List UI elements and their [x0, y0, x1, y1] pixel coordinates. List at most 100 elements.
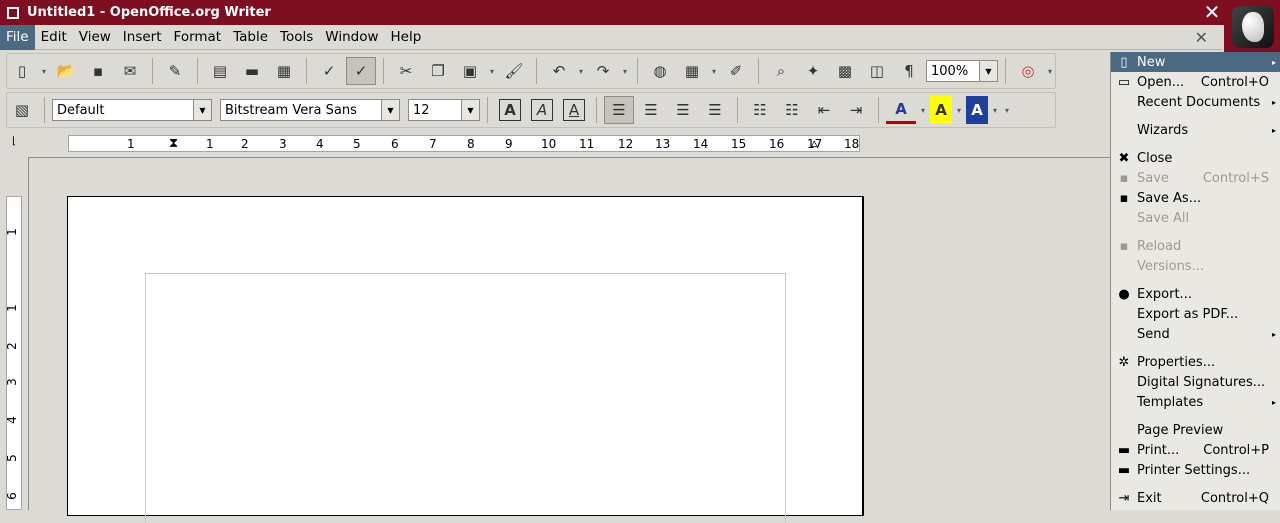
file-menu-item-save-as[interactable]: ▪ Save As... — [1111, 188, 1280, 208]
zoom-value: 100% — [931, 63, 969, 79]
font-size-combo[interactable]: 12 ▼ — [408, 99, 480, 121]
chevron-down-icon[interactable]: ▼ — [979, 61, 997, 81]
file-menu-item-wizards[interactable]: Wizards ▸ — [1111, 120, 1280, 140]
navigator-icon[interactable]: ✦ — [798, 57, 828, 85]
document-close-button[interactable]: ✕ — [1195, 25, 1208, 50]
file-menu-item-page-preview[interactable]: Page Preview — [1111, 420, 1280, 440]
menu-item-shortcut: Control+P — [1203, 442, 1269, 458]
hyperlink-icon[interactable]: ◍ — [645, 57, 675, 85]
print-icon: ▬ — [1117, 442, 1131, 458]
undo-icon[interactable]: ↶ — [544, 57, 574, 85]
file-menu-item-print[interactable]: ▬ Print... Control+P — [1111, 440, 1280, 460]
menu-item-label: Open... — [1137, 74, 1185, 90]
bullets-icon[interactable]: ☷ — [777, 96, 807, 124]
window-menu-icon[interactable] — [7, 6, 19, 19]
paragraph-style-combo[interactable]: Default ▼ — [52, 99, 212, 121]
menu-tools[interactable]: Tools — [274, 25, 319, 50]
menu-help[interactable]: Help — [385, 25, 428, 50]
paste-dropdown-icon[interactable]: ▾ — [487, 67, 497, 76]
font-name-combo[interactable]: Bitstream Vera Sans ▼ — [220, 99, 400, 121]
edit-file-icon[interactable]: ✎ — [160, 57, 190, 85]
help-lifebuoy-icon[interactable]: ◎ — [1013, 57, 1043, 85]
file-menu-item-exit[interactable]: ⇥ Exit Control+Q — [1111, 488, 1280, 508]
underline-icon[interactable]: A — [563, 99, 585, 121]
ruler-tick-label: 4 — [4, 416, 19, 424]
menu-table[interactable]: Table — [227, 25, 274, 50]
zoom-combo[interactable]: 100% ▼ — [926, 60, 998, 82]
draw-functions-icon[interactable]: ✐ — [721, 57, 751, 85]
print-icon[interactable]: ▬ — [237, 57, 267, 85]
formatting-marks-icon[interactable]: ¶ — [894, 57, 924, 85]
menu-file[interactable]: File — [0, 24, 35, 50]
styles-formatting-icon[interactable]: ▧ — [7, 96, 37, 124]
bold-icon[interactable]: A — [499, 99, 521, 121]
increase-indent-icon[interactable]: ⇥ — [841, 96, 871, 124]
chevron-down-icon[interactable]: ▼ — [381, 100, 399, 120]
italic-icon[interactable]: A — [531, 99, 553, 121]
tab-stop-selector[interactable]: ⌊ — [6, 136, 22, 152]
background-dropdown-icon[interactable]: ▾ — [990, 106, 1000, 115]
data-sources-icon[interactable]: ◫ — [862, 57, 892, 85]
format-paintbrush-icon[interactable]: 🖌 — [499, 57, 529, 85]
close-icon: ✖ — [1118, 150, 1130, 166]
file-menu-item-open[interactable]: ▭ Open... Control+O — [1111, 72, 1280, 92]
chevron-down-icon[interactable]: ▼ — [461, 100, 479, 120]
text-area[interactable] — [145, 273, 786, 523]
font-color-dropdown-icon[interactable]: ▾ — [918, 106, 928, 115]
redo-icon[interactable]: ↷ — [588, 57, 618, 85]
file-menu-item-recent-documents[interactable]: Recent Documents ▸ — [1111, 92, 1280, 112]
align-right-icon[interactable]: ☰ — [668, 96, 698, 124]
menu-edit[interactable]: Edit — [35, 25, 73, 50]
file-menu-item-new[interactable]: ▯ New ▸ — [1111, 52, 1280, 72]
right-indent-marker-icon[interactable]: ▵ — [811, 136, 818, 151]
decrease-indent-icon[interactable]: ⇤ — [809, 96, 839, 124]
file-menu-item-close[interactable]: ✖ Close — [1111, 148, 1280, 168]
new-document-icon[interactable]: ▯ — [7, 57, 37, 85]
file-menu-item-printer-settings[interactable]: ▬ Printer Settings... — [1111, 460, 1280, 480]
export-pdf-icon[interactable]: ▤ — [205, 57, 235, 85]
undo-dropdown-icon[interactable]: ▾ — [576, 67, 586, 76]
font-color-icon[interactable]: A — [886, 96, 916, 124]
cut-icon[interactable]: ✂ — [391, 57, 421, 85]
align-center-icon[interactable]: ☰ — [636, 96, 666, 124]
highlight-dropdown-icon[interactable]: ▾ — [954, 106, 964, 115]
file-menu-item-digital-signatures[interactable]: Digital Signatures... — [1111, 372, 1280, 392]
gallery-icon[interactable]: ▩ — [830, 57, 860, 85]
indent-marker-icon[interactable]: ⧗ — [169, 136, 178, 151]
justify-icon[interactable]: ☰ — [700, 96, 730, 124]
align-left-icon[interactable]: ☰ — [604, 96, 634, 124]
highlight-icon[interactable]: A — [930, 96, 952, 124]
page-preview-icon[interactable]: ▦ — [269, 57, 299, 85]
file-menu-item-export[interactable]: ● Export... — [1111, 284, 1280, 304]
redo-dropdown-icon[interactable]: ▾ — [620, 67, 630, 76]
table-icon[interactable]: ▦ — [677, 57, 707, 85]
file-menu-item-export-as-pdf[interactable]: Export as PDF... — [1111, 304, 1280, 324]
copy-icon[interactable]: ❐ — [423, 57, 453, 85]
submenu-arrow-icon: ▸ — [1271, 125, 1276, 135]
table-dropdown-icon[interactable]: ▾ — [709, 67, 719, 76]
numbering-icon[interactable]: ☷ — [745, 96, 775, 124]
toolbar-options-icon[interactable]: ▾ — [1045, 67, 1055, 76]
find-replace-icon[interactable]: ⌕ — [766, 57, 796, 85]
chevron-down-icon[interactable]: ▼ — [193, 100, 211, 120]
file-menu-item-send[interactable]: Send ▸ — [1111, 324, 1280, 344]
save-icon[interactable]: ▪ — [83, 57, 113, 85]
ruler-tick-label: 13 — [655, 137, 671, 151]
autospellcheck-icon[interactable]: ✓ — [346, 57, 376, 85]
menu-window[interactable]: Window — [319, 25, 384, 50]
standard-toolbar: ▯ ▾ 📂 ▪ ✉ ✎ ▤ ▬ ▦ ✓ ✓ ✂ ❐ ▣ ▾ 🖌 ↶ ▾ ↷ ▾ … — [6, 53, 1056, 89]
paste-icon[interactable]: ▣ — [455, 57, 485, 85]
email-icon[interactable]: ✉ — [115, 57, 145, 85]
spellcheck-icon[interactable]: ✓ — [314, 57, 344, 85]
menu-insert[interactable]: Insert — [117, 25, 168, 50]
background-color-icon[interactable]: A — [966, 96, 988, 124]
toolbar-options-icon[interactable]: ▾ — [1002, 106, 1012, 115]
open-icon[interactable]: 📂 — [51, 57, 81, 85]
menu-item-label: Reload — [1137, 238, 1182, 254]
file-menu-item-templates[interactable]: Templates ▸ — [1111, 392, 1280, 412]
file-menu-item-properties[interactable]: ✲ Properties... — [1111, 352, 1280, 372]
new-dropdown-icon[interactable]: ▾ — [39, 67, 49, 76]
menu-format[interactable]: Format — [168, 25, 228, 50]
window-close-button[interactable]: ✕ — [1200, 0, 1224, 24]
menu-view[interactable]: View — [73, 25, 117, 50]
